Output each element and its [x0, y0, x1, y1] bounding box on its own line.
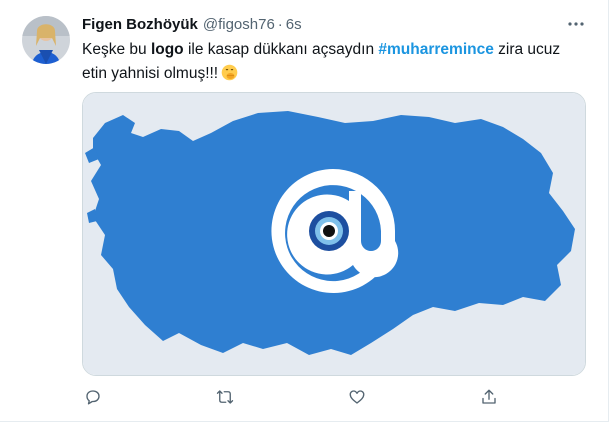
like-icon[interactable] [346, 386, 368, 408]
header-separator: · [277, 16, 283, 33]
tweet-actions [82, 386, 502, 408]
author-name[interactable]: Figen Bozhöyük [82, 16, 198, 33]
tweet-timestamp[interactable]: 6s [286, 16, 302, 33]
tweet-text-part: Keşke bu [82, 41, 151, 58]
tweet-text-part: ile kasap dükkanı açsaydın [183, 41, 379, 58]
hashtag-link[interactable]: #muharremince [378, 41, 493, 58]
share-icon[interactable] [478, 386, 500, 408]
tweet-card[interactable]: Figen Bozhöyük @figosh76 · 6s Keşke bu l… [0, 0, 609, 422]
tweet-text-bold-word: logo [150, 41, 184, 58]
avatar[interactable] [22, 16, 70, 64]
tweet-image[interactable] [82, 92, 586, 376]
retweet-icon[interactable] [214, 386, 236, 408]
more-options-icon[interactable] [566, 14, 586, 34]
face-with-hand-over-mouth-icon [221, 64, 238, 81]
author-handle[interactable]: @figosh76 [203, 16, 275, 33]
reply-icon[interactable] [82, 386, 104, 408]
turkey-map-at-sign-icon [83, 93, 585, 375]
tweet-text: Keşke bu logo ile kasap dükkanı açsaydın… [82, 38, 582, 86]
tweet-header: Figen Bozhöyük @figosh76 · 6s [82, 16, 302, 36]
